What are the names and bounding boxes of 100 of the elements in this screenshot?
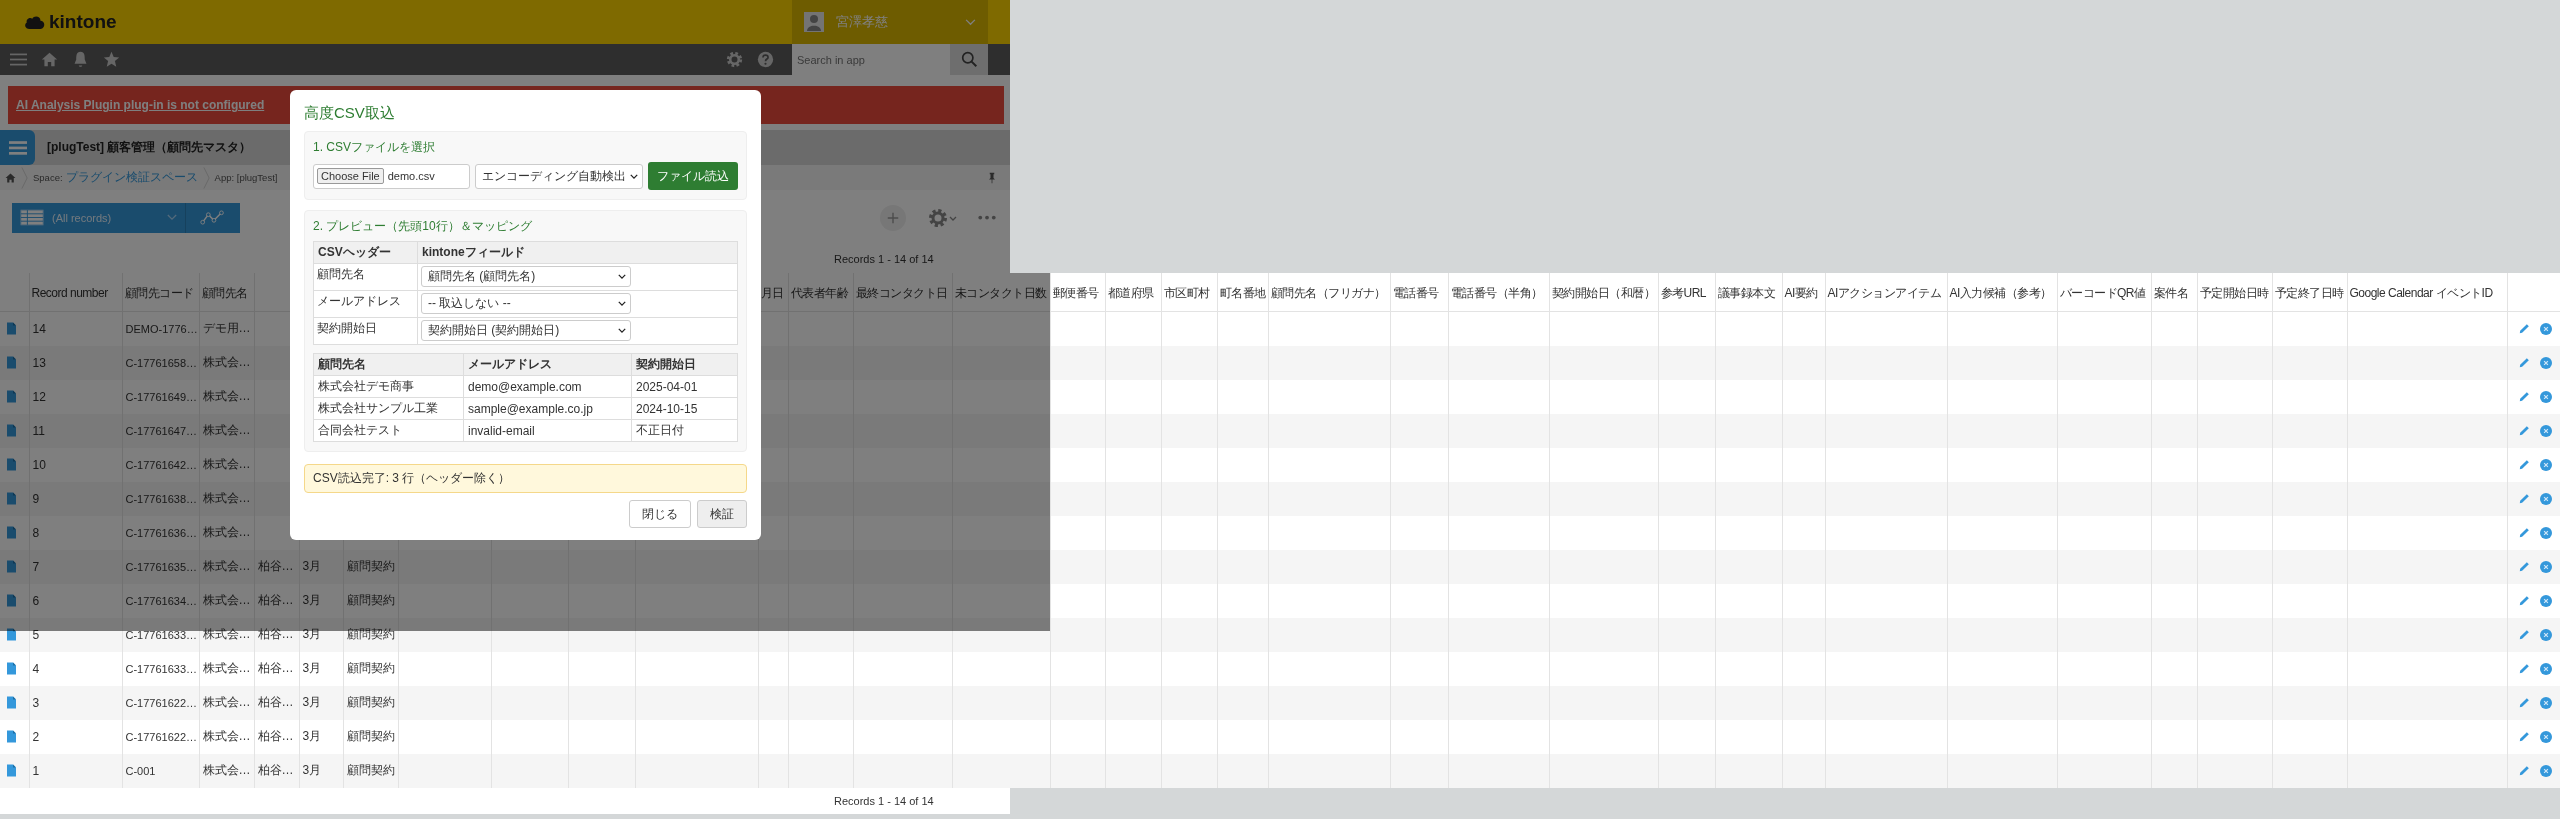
column-header[interactable]: 月日 xyxy=(760,285,784,300)
table-cell: 株式会社サンプル工業 xyxy=(318,401,438,415)
help-icon[interactable] xyxy=(757,51,774,68)
column-header[interactable]: 顧問先名（フリガナ） xyxy=(1270,285,1386,300)
pencil-icon[interactable] xyxy=(2518,493,2530,504)
column-header[interactable]: 電話番号（半角） xyxy=(1450,285,1543,300)
pencil-icon[interactable] xyxy=(2518,323,2530,335)
settings-icon[interactable] xyxy=(726,51,743,68)
delete-icon[interactable] xyxy=(2539,526,2552,539)
dialog-button[interactable]: 閉じる xyxy=(629,500,691,528)
column-header[interactable]: 電話番号 xyxy=(1392,285,1439,300)
table-cell: 柏谷… xyxy=(257,729,294,743)
column-header: 顧問先名 xyxy=(318,357,366,371)
column-header[interactable]: 最終コンタクト日 xyxy=(855,285,948,300)
column-header[interactable]: 代表者年齢 xyxy=(790,285,848,300)
menu-icon[interactable] xyxy=(10,51,27,68)
column-header[interactable]: 契約開始日（和暦） xyxy=(1551,285,1655,300)
column-header[interactable]: 予定開始日時 xyxy=(2199,285,2269,300)
record-count: Records 1 - 14 of 14 xyxy=(834,253,934,265)
bell-icon[interactable] xyxy=(72,51,89,68)
column-header[interactable]: 顧問先コード xyxy=(124,285,194,300)
more-icon[interactable] xyxy=(978,215,996,220)
delete-icon[interactable] xyxy=(2539,696,2552,709)
document-icon[interactable] xyxy=(7,356,16,369)
pencil-icon[interactable] xyxy=(2518,731,2530,742)
pencil-icon[interactable] xyxy=(2518,527,2530,538)
star-icon[interactable] xyxy=(103,51,120,68)
pencil-icon[interactable] xyxy=(2518,629,2530,640)
column-header: kintoneフィールド xyxy=(422,245,525,259)
table-cell: 株式会… xyxy=(202,457,251,471)
delete-icon[interactable] xyxy=(2539,662,2552,675)
document-icon[interactable] xyxy=(7,628,16,641)
document-icon[interactable] xyxy=(7,322,16,336)
delete-icon[interactable] xyxy=(2539,322,2552,335)
column-header[interactable]: バーコードQR値 xyxy=(2059,285,2146,300)
column-header[interactable]: 都道府県 xyxy=(1107,285,1154,300)
document-icon[interactable] xyxy=(7,560,16,573)
graph-button[interactable] xyxy=(185,202,240,233)
table-cell: 合同会社テスト xyxy=(318,423,402,437)
home-icon[interactable] xyxy=(41,51,58,68)
column-header[interactable]: AI要約 xyxy=(1784,285,1818,300)
pencil-icon[interactable] xyxy=(2518,391,2530,402)
column-header[interactable]: 未コンタクト日数 xyxy=(954,285,1047,300)
status-message: CSV読込完了: 3 行（ヘッダー除く） xyxy=(313,470,511,487)
column-header[interactable]: 市区町村 xyxy=(1163,285,1210,300)
field-select[interactable]: 契約開始日 (契約開始日) xyxy=(421,320,631,341)
pencil-icon[interactable] xyxy=(2518,357,2530,368)
column-header[interactable]: 町名番地 xyxy=(1219,285,1266,300)
delete-icon[interactable] xyxy=(2539,424,2552,437)
delete-icon[interactable] xyxy=(2539,492,2552,505)
document-icon[interactable] xyxy=(7,662,16,675)
pencil-icon[interactable] xyxy=(2518,697,2530,708)
table-cell: demo@example.com xyxy=(468,379,582,394)
pencil-icon[interactable] xyxy=(2518,459,2530,470)
delete-icon[interactable] xyxy=(2539,594,2552,607)
table-cell: 14 xyxy=(32,321,46,336)
column-header[interactable]: 案件名 xyxy=(2153,285,2188,300)
delete-icon[interactable] xyxy=(2539,628,2552,641)
delete-icon[interactable] xyxy=(2539,764,2552,777)
delete-icon[interactable] xyxy=(2539,560,2552,573)
document-icon[interactable] xyxy=(7,424,16,437)
dialog-button[interactable]: 検証 xyxy=(697,500,747,528)
delete-icon[interactable] xyxy=(2539,458,2552,471)
field-select[interactable]: 顧問先名 (顧問先名) xyxy=(421,266,631,287)
document-icon[interactable] xyxy=(7,764,16,777)
add-button[interactable] xyxy=(880,204,906,231)
pencil-icon[interactable] xyxy=(2518,765,2530,776)
column-header[interactable]: 郵便番号 xyxy=(1052,285,1099,300)
column-header[interactable]: AIアクションアイテム xyxy=(1827,285,1942,300)
document-icon[interactable] xyxy=(7,696,16,709)
pencil-icon[interactable] xyxy=(2518,595,2530,606)
file-input[interactable]: Choose File demo.csv xyxy=(313,163,470,189)
field-select[interactable]: -- 取込しない -- xyxy=(421,293,631,314)
document-icon[interactable] xyxy=(7,458,16,471)
document-icon[interactable] xyxy=(7,492,16,505)
column-header[interactable]: Record number xyxy=(31,286,108,300)
document-icon[interactable] xyxy=(7,594,16,607)
document-icon[interactable] xyxy=(7,730,16,743)
table-cell: 柏谷… xyxy=(257,763,294,777)
home-icon[interactable] xyxy=(5,172,16,183)
pencil-icon[interactable] xyxy=(2518,663,2530,674)
column-header[interactable]: 顧問先名 xyxy=(201,285,248,300)
column-header[interactable]: 予定終了日時 xyxy=(2274,285,2344,300)
encoding-select[interactable]: エンコーディング自動検出 xyxy=(475,163,643,189)
document-icon[interactable] xyxy=(7,526,16,539)
section-heading: 2. プレビュー（先頭10行）＆マッピング xyxy=(313,218,533,235)
pencil-icon[interactable] xyxy=(2518,561,2530,572)
search-field[interactable]: Search in app xyxy=(792,44,950,75)
delete-icon[interactable] xyxy=(2539,390,2552,403)
column-header[interactable]: 議事録本文 xyxy=(1717,285,1775,300)
load-button[interactable]: ファイル読込 xyxy=(648,162,738,190)
column-header[interactable]: AI入力候補（参考） xyxy=(1949,285,2052,300)
column-header[interactable]: Google Calendar イベントID xyxy=(2349,285,2493,300)
document-icon[interactable] xyxy=(7,390,16,403)
delete-icon[interactable] xyxy=(2539,356,2552,369)
pencil-icon[interactable] xyxy=(2518,425,2530,436)
search-button[interactable] xyxy=(950,44,988,75)
delete-icon[interactable] xyxy=(2539,730,2552,743)
settings-icon[interactable] xyxy=(928,207,958,228)
column-header[interactable]: 参考URL xyxy=(1660,285,1706,300)
